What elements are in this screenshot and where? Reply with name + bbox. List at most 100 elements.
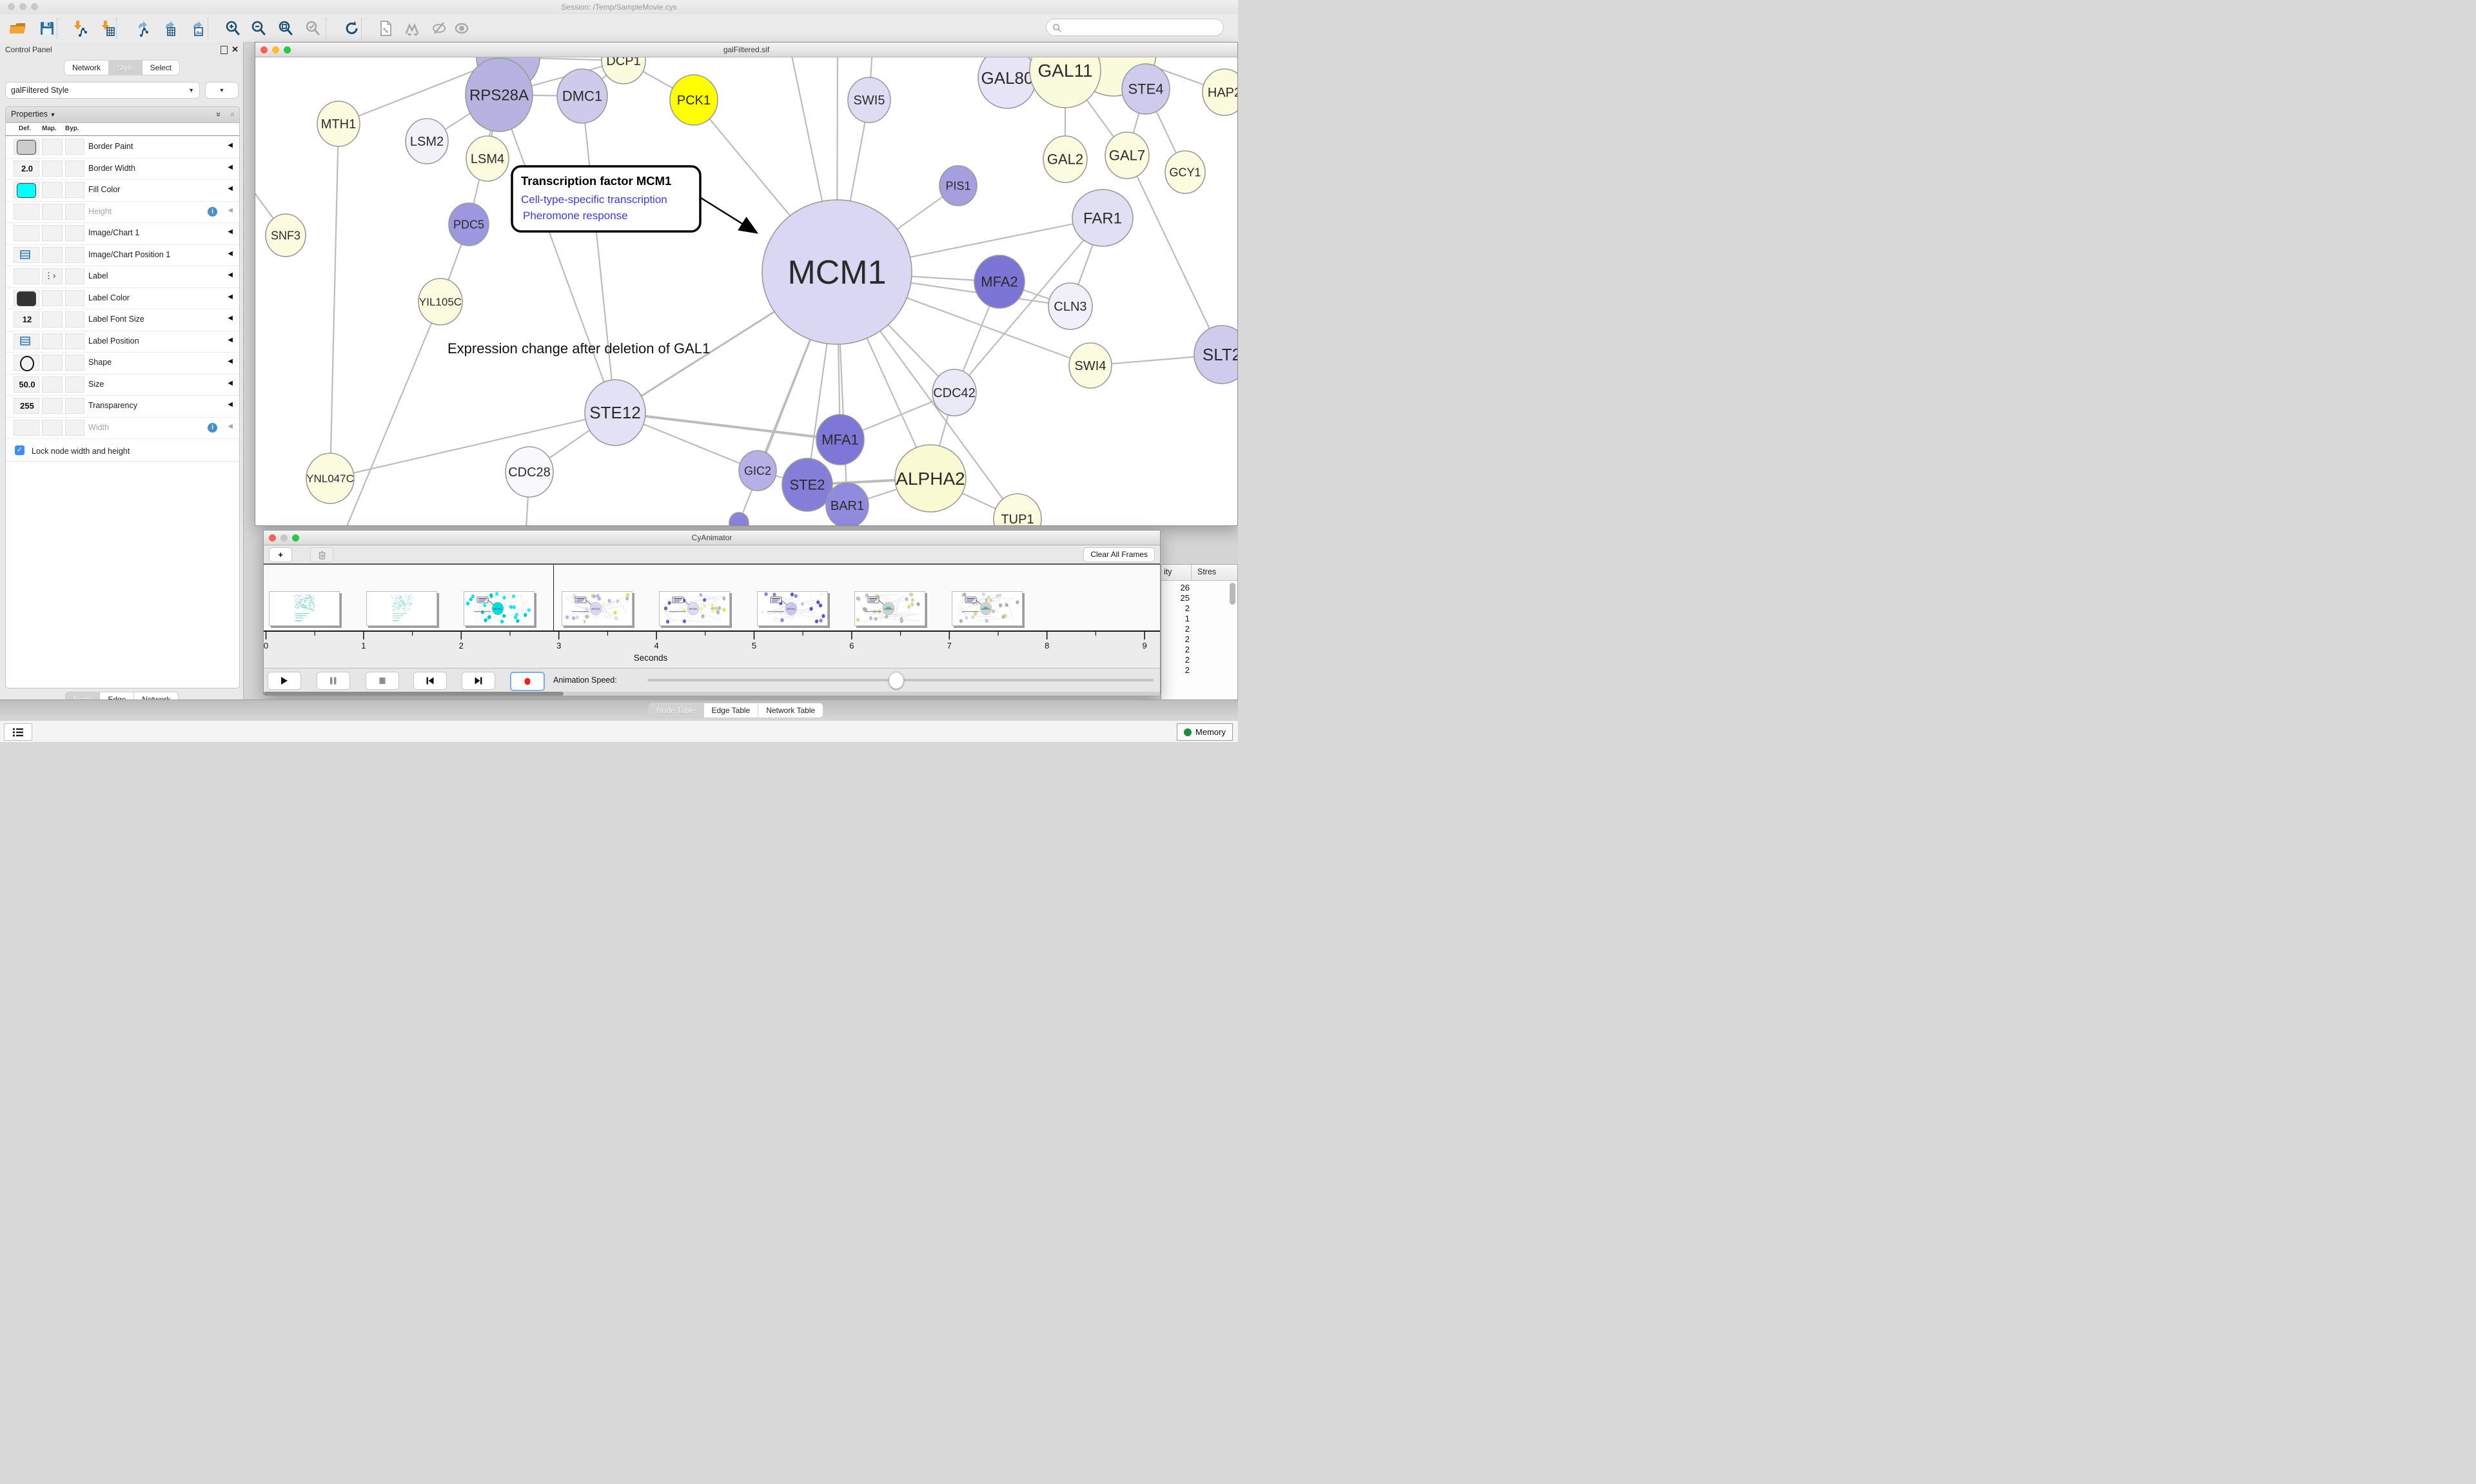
network-node-FAR1[interactable]: FAR1 (1072, 190, 1133, 246)
mapping-cell[interactable] (42, 376, 63, 393)
timeline-scrollbar[interactable] (264, 692, 1160, 696)
network-node-MFA2[interactable]: MFA2 (974, 255, 1025, 308)
expand-arrow-icon[interactable]: ◀ (228, 207, 233, 214)
network-node-CDC42[interactable]: CDC42 (932, 369, 976, 416)
delete-frame-button[interactable] (310, 547, 333, 562)
frame-thumbnail-7s[interactable]: MCM1 (952, 591, 1023, 626)
network-node-PDC5[interactable]: PDC5 (449, 203, 489, 246)
frame-thumbnail-3s[interactable]: MCM1 (562, 591, 633, 626)
network-node-CDC28[interactable]: CDC28 (506, 447, 553, 497)
expand-arrow-icon[interactable]: ◀ (228, 250, 233, 257)
expand-arrow-icon[interactable]: ◀ (228, 142, 233, 149)
network-node-GCY1[interactable]: GCY1 (1165, 151, 1205, 193)
tab-select[interactable]: Select (142, 60, 180, 75)
default-value-cell[interactable]: 50.0 (14, 376, 39, 393)
stop-button[interactable] (366, 672, 399, 690)
info-icon[interactable]: i (208, 207, 217, 217)
frame-thumbnail-0s[interactable] (269, 591, 340, 626)
zoom-fit-button[interactable] (274, 17, 297, 40)
expand-arrow-icon[interactable]: ◀ (228, 315, 233, 322)
property-row-size[interactable]: 50.0Size◀ (6, 374, 239, 396)
property-row-image-chart-1[interactable]: Image/Chart 1◀ (6, 222, 239, 245)
default-value-cell[interactable]: 2.0 (14, 161, 39, 177)
network-node-CLN3[interactable]: CLN3 (1048, 283, 1092, 329)
bypass-cell[interactable] (65, 333, 84, 349)
mapping-cell[interactable] (42, 225, 63, 241)
property-row-shape[interactable]: Shape◀ (6, 352, 239, 375)
network-node-MTH1[interactable]: MTH1 (317, 101, 360, 146)
properties-header[interactable]: Properties ▼ » » (6, 107, 239, 123)
network-node-PIS1[interactable]: PIS1 (939, 166, 977, 206)
network-node-DMC1[interactable]: DMC1 (557, 69, 607, 123)
expand-arrow-icon[interactable]: ◀ (228, 271, 233, 278)
zoom-selected-button[interactable] (301, 17, 324, 40)
annotation-box[interactable]: Transcription factor MCM1Cell-type-speci… (512, 166, 700, 231)
export-image-button[interactable] (184, 17, 207, 40)
memory-button[interactable]: Memory (1177, 723, 1233, 741)
property-row-height[interactable]: Heighti◀ (6, 201, 239, 224)
mapping-cell[interactable] (42, 398, 63, 414)
network-node-YIL105C[interactable]: YIL105C (418, 278, 462, 325)
speed-slider-knob[interactable] (889, 672, 904, 689)
skip-start-button[interactable] (413, 672, 447, 690)
timeline-playhead[interactable] (553, 565, 554, 630)
network-window-titlebar[interactable]: galFiltered.sif (255, 43, 1237, 57)
property-row-border-paint[interactable]: Border Paint◀ (6, 136, 239, 159)
pause-button[interactable] (317, 672, 350, 690)
close-panel-icon[interactable]: ✕ (231, 44, 239, 55)
default-value-cell[interactable] (14, 333, 39, 349)
property-row-label-color[interactable]: Label Color◀ (6, 288, 239, 310)
style-selector[interactable]: galFiltered Style ▼ (5, 82, 200, 99)
network-node-GIC2[interactable]: GIC2 (739, 451, 776, 491)
bypass-cell[interactable] (65, 420, 84, 436)
bypass-cell[interactable] (65, 204, 84, 220)
bypass-cell[interactable] (65, 182, 84, 198)
snapshot-button[interactable] (374, 17, 397, 40)
expand-arrow-icon[interactable]: ◀ (228, 423, 233, 430)
expand-arrow-icon[interactable]: ◀ (228, 401, 233, 408)
frame-thumbnail-5s[interactable]: MCM1 (757, 591, 828, 626)
property-row-width[interactable]: Widthi◀ (6, 417, 239, 440)
column-ity[interactable]: ity (1164, 567, 1172, 576)
zoom-in-button[interactable] (221, 17, 244, 40)
bypass-cell[interactable] (65, 398, 84, 414)
network-node-GAL7[interactable]: GAL7 (1105, 132, 1149, 179)
zoom-out-button[interactable] (247, 17, 270, 40)
network-node-GAL80[interactable]: GAL80 (978, 57, 1036, 108)
mapping-cell[interactable] (42, 420, 63, 436)
default-value-cell[interactable]: 12 (14, 311, 39, 327)
frame-thumbnail-2s[interactable]: MCM1 (464, 591, 535, 626)
bypass-cell[interactable] (65, 247, 84, 263)
property-row-border-width[interactable]: 2.0Border Width◀ (6, 158, 239, 181)
network-node-unlabeled[interactable] (729, 513, 749, 525)
default-value-cell[interactable] (14, 290, 39, 306)
expand-arrow-icon[interactable]: ◀ (228, 228, 233, 235)
default-value-cell[interactable] (14, 268, 39, 284)
default-value-cell[interactable] (14, 182, 39, 198)
mapping-cell[interactable] (42, 290, 63, 306)
expand-all-icon[interactable]: » (214, 112, 224, 117)
network-node-RPS28A[interactable]: RPS28A (466, 58, 533, 132)
default-value-cell[interactable]: 255 (14, 398, 39, 414)
network-node-MFA1[interactable]: MFA1 (816, 415, 864, 465)
network-node-YNL047C[interactable]: YNL047C (306, 453, 354, 503)
import-network-button[interactable] (68, 17, 91, 40)
default-value-cell[interactable] (14, 204, 39, 220)
table-vertical-scrollbar[interactable] (1230, 583, 1235, 605)
network-node-PCK1[interactable]: PCK1 (670, 75, 718, 125)
search-input[interactable] (1061, 23, 1212, 33)
default-value-cell[interactable] (14, 247, 39, 263)
network-node-BAR1[interactable]: BAR1 (826, 483, 869, 525)
network-node-LSM4[interactable]: LSM4 (466, 136, 509, 181)
search-box[interactable] (1046, 19, 1224, 36)
mapping-cell[interactable] (42, 161, 63, 177)
network-node-ALPHA2[interactable]: ALPHA2 (895, 445, 966, 512)
property-row-image-chart-position-1[interactable]: Image/Chart Position 1◀ (6, 244, 239, 267)
mapping-cell[interactable] (42, 247, 63, 263)
tab-style[interactable]: Style (108, 60, 142, 75)
save-session-button[interactable] (35, 17, 59, 40)
annotation-link[interactable]: Cell-type-specific transcription (521, 193, 667, 206)
network-node-DCP1[interactable]: DCP1 (602, 57, 645, 84)
expand-arrow-icon[interactable]: ◀ (228, 164, 233, 171)
default-value-cell[interactable] (14, 420, 39, 436)
